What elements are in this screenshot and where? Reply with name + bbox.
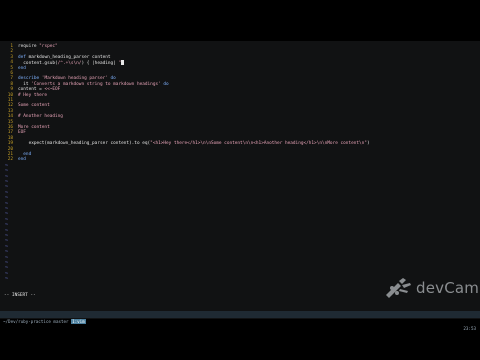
code-token: 'Markdown heading parser' (41, 76, 108, 82)
code-text: end (18, 157, 26, 163)
empty-line-marker: ~ (5, 276, 9, 283)
code-token: end (18, 65, 26, 71)
code-token: "rspec" (39, 44, 58, 49)
status-clock: 23:53 (463, 326, 476, 331)
status-window-vim[interactable]: 1:vim (71, 319, 86, 324)
text-cursor (121, 60, 125, 66)
vim-mode-indicator: -- INSERT -- (4, 293, 36, 298)
code-token: do (107, 76, 116, 82)
code-token: end (18, 157, 26, 163)
code-token: # Another heading (18, 114, 63, 120)
code-token: "<h1>Hey there</h1>\n\nSome content\n\n<… (150, 141, 367, 147)
code-token: ) (366, 141, 370, 147)
code-token: EOF (18, 130, 26, 136)
code-token: markdown_heading_parser (28, 54, 93, 60)
code-token: content (92, 54, 111, 60)
devcamp-knife-icon (386, 278, 411, 298)
code-token: expect(markdown_heading_parser content).… (18, 141, 151, 147)
code-token: Some content (18, 103, 50, 109)
code-line[interactable]: 22 end (0, 157, 480, 163)
status-left: ~/Dev/ruby-practice master 1:vim (3, 318, 86, 325)
tmux-status-bar: ~/Dev/ruby-practice master 1:vim 23:53 (0, 311, 480, 331)
code-token: describe (18, 76, 42, 82)
code-token: # Hey there (18, 92, 48, 98)
status-path: ~/Dev/ruby-practice (3, 319, 54, 324)
devcamp-logo: devCamp (384, 277, 480, 299)
code-token: require (18, 44, 40, 49)
code-token: <<~EOF (44, 87, 61, 93)
status-branch: master (53, 319, 69, 324)
code-token: def (18, 54, 29, 60)
code-token: content = (18, 87, 45, 93)
devcamp-logo-text: devCamp (416, 279, 480, 297)
code-token: do (160, 81, 169, 87)
